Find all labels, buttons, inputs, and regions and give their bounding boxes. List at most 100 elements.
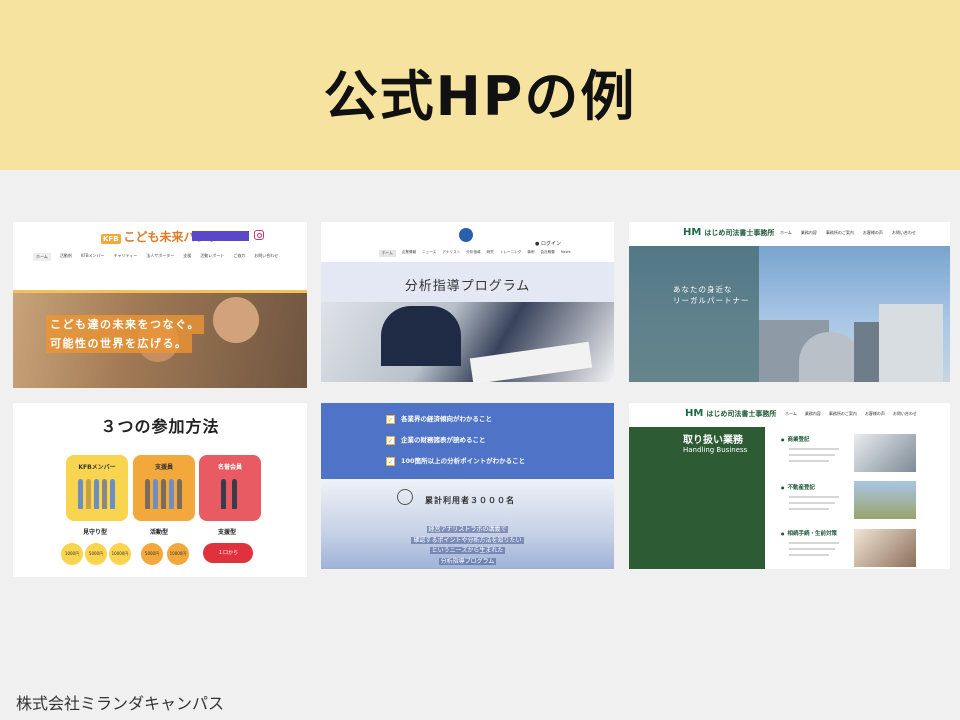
amount-pill[interactable]: １口から [203, 543, 253, 563]
plan-card[interactable]: KFBメンバー [66, 455, 128, 521]
hero-line: リーガルパートナー [673, 296, 750, 305]
checkbox-icon: ✓ [386, 435, 395, 445]
person-figure [153, 479, 158, 509]
header-button[interactable] [192, 231, 249, 241]
nav-item[interactable]: お客様の声 [865, 411, 885, 417]
nav-item[interactable]: 事務所のご案内 [826, 230, 854, 236]
child-figure [213, 297, 259, 343]
nav-item[interactable]: 事例 [527, 250, 534, 257]
nav-item[interactable]: ホーム [780, 230, 792, 236]
nav-item[interactable]: ホーム [33, 253, 51, 261]
description-line: というニーズから生まれた [429, 547, 506, 554]
apartment-building [879, 304, 943, 382]
text-line [789, 454, 835, 456]
instagram-icon[interactable] [254, 230, 264, 240]
nav-item[interactable]: 活動例 [60, 253, 72, 261]
example-site-kodomo-mirai-bank: KFB こども未来バンク ホーム 活動例 KFBメンバー チャリティー 法人サポー… [13, 222, 307, 388]
nav-item[interactable]: 活動レポート [200, 253, 224, 261]
amount-coin[interactable]: 5000円 [141, 543, 163, 565]
person-figure [161, 479, 166, 509]
example-participation-methods: ３つの参加方法 KFBメンバー 支援員 名誉会員 見守り型 活動型 支援型 10… [13, 403, 307, 577]
service-title[interactable]: 相続手続・生前対策 [781, 529, 838, 537]
text-line [789, 460, 829, 462]
nav-item[interactable]: 業務内容 [805, 411, 821, 417]
house-photo [854, 481, 916, 519]
person-figure [232, 479, 237, 509]
services-heading: 取り扱い業務 [683, 435, 743, 446]
plan-card[interactable]: 支援員 [133, 455, 195, 521]
nav-item[interactable]: 企業情報 [402, 250, 416, 257]
text-line [789, 542, 839, 544]
site-logo: HM はじめ司法書士事務所 [685, 408, 776, 419]
person-figure [145, 479, 150, 509]
hero-line: あなたの身近な [673, 285, 733, 294]
person-figure [86, 479, 91, 509]
plan-card[interactable]: 名誉会員 [199, 455, 261, 521]
site-nav: ホーム 活動例 KFBメンバー チャリティー 法人サポーター 支援 活動レポート… [33, 253, 278, 261]
plan-label: KFBメンバー [78, 464, 116, 471]
nav-item[interactable]: ニュース [422, 250, 436, 257]
company-name: 株式会社ミランダキャンパス [16, 694, 225, 713]
amount-coin[interactable]: 10000円 [109, 543, 131, 565]
person-figure [94, 479, 99, 509]
amount-coin[interactable]: 10000円 [167, 543, 189, 565]
hero-line: 可能性の世界を広げる。 [46, 334, 192, 353]
text-line [789, 496, 839, 498]
amount-coin[interactable]: 1000円 [61, 543, 83, 565]
nav-item[interactable]: 事務所のご案内 [829, 411, 857, 417]
award-icon [397, 489, 413, 505]
logo-text: はじめ司法書士事務所 [706, 410, 777, 418]
text-line [789, 554, 829, 556]
site-logo: HM はじめ司法書士事務所 [683, 227, 774, 238]
nav-item[interactable]: チャリティー [114, 253, 138, 261]
hero-accent-bar [13, 290, 307, 293]
checkbox-icon: ✓ [386, 456, 395, 466]
text-line [789, 548, 835, 550]
nav-item[interactable]: トレーニング [500, 250, 522, 257]
nav-item[interactable]: KFBメンバー [81, 253, 105, 261]
nav-item[interactable]: お問い合わせ [254, 253, 278, 261]
amount-coin[interactable]: 5000円 [85, 543, 107, 565]
hero-line: こども達の未来をつなぐ。 [46, 315, 204, 334]
nav-item[interactable]: News [561, 250, 571, 257]
nav-item[interactable]: ホーム [379, 250, 396, 257]
nav-item[interactable]: お問い合わせ [893, 411, 917, 417]
hero-copy: あなたの身近な リーガルパートナー [673, 284, 750, 306]
login-link[interactable]: ● ログイン [535, 240, 561, 247]
benefit-item: ✓ 100箇所以上の分析ポイントがわかること [386, 455, 525, 466]
nav-item[interactable]: ご協力 [233, 253, 245, 261]
nav-item[interactable]: お客様の声 [863, 230, 883, 236]
logo-text: はじめ司法書士事務所 [704, 229, 775, 237]
benefit-item: ✓ 企業の財務諸表が読めること [386, 434, 486, 445]
nav-item[interactable]: 研究 [487, 250, 494, 257]
logo-mark: HM [683, 227, 702, 238]
nav-item[interactable]: ホーム [785, 411, 797, 417]
user-count: 累計利用者３０００名 [425, 496, 515, 505]
site-nav: ホーム 業務内容 事務所のご案内 お客様の声 お問い合わせ [780, 230, 916, 236]
nav-item[interactable]: 支援 [183, 253, 191, 261]
plan-label: 名誉会員 [217, 464, 242, 471]
office-photo [854, 434, 916, 472]
example-program-benefits: ✓ 各業界の経済傾向がわかること ✓ 企業の財務諸表が読めること ✓ 100箇所以上の… [321, 403, 614, 569]
nav-item[interactable]: 会社概要 [540, 250, 554, 257]
building [854, 322, 882, 382]
description-line: 経営アナリストラボの講義で [426, 526, 509, 533]
service-title[interactable]: 商業登記 [781, 435, 810, 443]
text-line [789, 508, 829, 510]
person-figure [110, 479, 115, 509]
service-title[interactable]: 不動産登記 [781, 483, 816, 491]
login-label: ログイン [540, 241, 561, 247]
plan-label: 支援員 [154, 464, 173, 471]
nav-item[interactable]: お問い合わせ [892, 230, 916, 236]
nav-item[interactable]: 法人サポーター [146, 253, 174, 261]
description-line: 確認するポイントや分析方法を知りたい [411, 536, 524, 544]
nav-item[interactable]: アナリスト [442, 250, 460, 257]
logo-badge: KFB [101, 234, 121, 244]
person-figure [221, 479, 226, 509]
text-line [789, 502, 835, 504]
services-subheading: Handling Business [683, 446, 748, 454]
nav-item[interactable]: 業務内容 [801, 230, 817, 236]
section-title: ３つの参加方法 [100, 417, 220, 436]
nav-item[interactable]: 分析指導 [466, 250, 480, 257]
program-title: 分析指導プログラム [404, 279, 531, 294]
